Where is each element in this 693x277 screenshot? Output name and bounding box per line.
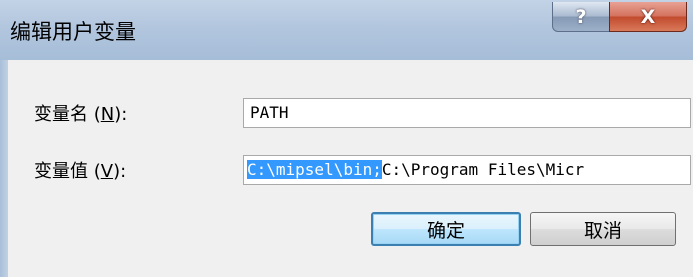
cancel-button[interactable]: 取消 xyxy=(530,212,676,246)
selected-text: C:\mipsel\bin; xyxy=(247,160,382,179)
dialog-body: 变量名 (N): PATH 变量值 (V): C:\mipsel\bin;C:\… xyxy=(8,60,693,277)
variable-name-value: PATH xyxy=(250,103,289,122)
window-frame-left xyxy=(0,60,8,277)
edit-user-variable-dialog: 编辑用户变量 ? X 变量名 (N): PATH 变量值 (V): C:\mip… xyxy=(0,0,693,277)
variable-value-input[interactable]: C:\mipsel\bin;C:\Program Files\Micr xyxy=(243,155,691,185)
variable-value-label: 变量值 (V): xyxy=(34,157,126,183)
close-icon: X xyxy=(640,5,656,28)
variable-name-label: 变量名 (N): xyxy=(34,100,127,126)
variable-name-input[interactable]: PATH xyxy=(243,98,691,128)
question-mark-icon: ? xyxy=(575,5,587,28)
variable-name-label-text: 变量名 ( xyxy=(34,104,101,125)
window-title: 编辑用户变量 xyxy=(10,20,136,44)
title-bar[interactable]: 编辑用户变量 ? X xyxy=(0,0,693,61)
help-button[interactable]: ? xyxy=(552,2,610,32)
variable-value-label-suffix: ): xyxy=(113,161,127,182)
variable-value-accesskey: V xyxy=(100,161,114,182)
variable-name-accesskey: N xyxy=(100,104,115,125)
unselected-text: C:\Program Files\Micr xyxy=(381,160,585,179)
cancel-button-label: 取消 xyxy=(583,219,622,242)
ok-button-label: 确定 xyxy=(426,219,465,242)
ok-button[interactable]: 确定 xyxy=(371,212,521,246)
variable-name-label-suffix: ): xyxy=(114,104,128,125)
variable-value-label-text: 变量值 ( xyxy=(34,161,101,182)
close-button[interactable]: X xyxy=(609,2,687,32)
